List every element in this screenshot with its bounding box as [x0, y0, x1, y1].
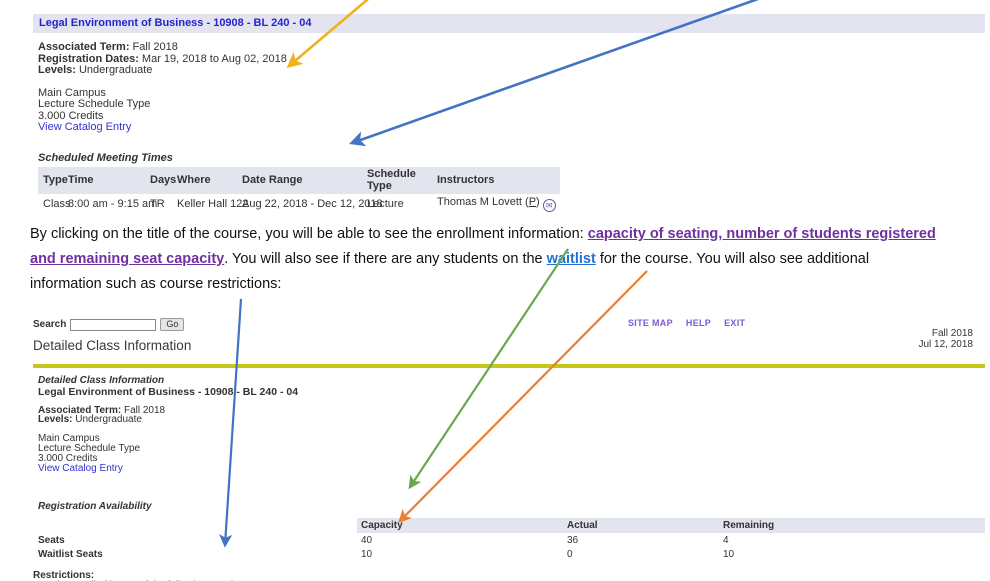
course-term-info: Associated Term: Fall 2018 Registration … [33, 42, 985, 77]
email-icon[interactable]: ✉ [543, 199, 556, 212]
info-row: Registration Dates: Mar 19, 2018 to Aug … [38, 54, 985, 66]
col-time: Time [68, 167, 150, 194]
waitlist-capacity: 10 [357, 547, 563, 561]
course-title-bar: Legal Environment of Business - 10908 - … [33, 14, 985, 33]
term-date: Fall 2018 Jul 12, 2018 [919, 328, 974, 350]
credits-line: 3.000 Credits [38, 454, 985, 464]
divider-line [33, 364, 985, 368]
info-label: Levels: [38, 64, 76, 76]
search-input[interactable] [70, 319, 156, 331]
info-row: Associated Term: Fall 2018 [38, 406, 985, 416]
course-title-link[interactable]: Legal Environment of Business - 10908 - … [39, 17, 311, 29]
term-label: Fall 2018 [919, 328, 974, 339]
info-value: Mar 19, 2018 to Aug 02, 2018 [139, 53, 287, 65]
page-title: Detailed Class Information [33, 338, 191, 353]
credits-line: 3.000 Credits [38, 111, 985, 123]
seats-actual: 36 [563, 533, 719, 547]
cell-time: 8:00 am - 9:15 am [68, 194, 150, 213]
header-spacer [33, 518, 357, 533]
instructor-primary-link[interactable]: P [529, 196, 536, 208]
info-row: Levels: Undergraduate [38, 415, 985, 425]
course-title: Legal Environment of Business - 10908 - … [38, 388, 985, 398]
col-instructors: Instructors [437, 167, 560, 194]
campus-line: Main Campus [38, 434, 985, 444]
schedule-type-line: Lecture Schedule Type [38, 99, 985, 111]
col-remaining: Remaining [719, 518, 985, 533]
detail-info-block: Detailed Class Information Legal Environ… [33, 376, 985, 473]
view-catalog-entry-link[interactable]: View Catalog Entry [38, 463, 123, 474]
view-catalog-entry-link[interactable]: View Catalog Entry [38, 121, 131, 133]
instruction-paragraph: By clicking on the title of the course, … [30, 222, 942, 297]
meeting-times-table: Type Time Days Where Date Range Schedule… [38, 167, 560, 213]
col-type: Type [38, 167, 68, 194]
info-label: Levels: [38, 414, 72, 425]
cell-where: Keller Hall 122 [177, 194, 242, 213]
meeting-times-header-row: Type Time Days Where Date Range Schedule… [38, 167, 560, 194]
section-heading: Detailed Class Information [38, 376, 985, 386]
info-row: Levels: Undergraduate [38, 65, 985, 77]
exit-link[interactable]: EXIT [724, 318, 745, 328]
col-schedule-type: Schedule Type [367, 167, 437, 194]
seats-capacity: 40 [357, 533, 563, 547]
paragraph-text: . You will also see if there are any stu… [224, 251, 546, 267]
course-campus-info: Main Campus Lecture Schedule Type 3.000 … [38, 434, 985, 473]
course-term-info: Associated Term: Fall 2018 Levels: Under… [38, 406, 985, 426]
waitlist-actual: 0 [563, 547, 719, 561]
screenshot-class-listing: Legal Environment of Business - 10908 - … [33, 14, 985, 213]
info-label: Associated Term: [38, 41, 130, 53]
col-date-range: Date Range [242, 167, 367, 194]
site-map-link[interactable]: SITE MAP [628, 318, 673, 328]
campus-line: Main Campus [38, 88, 985, 100]
cell-schedule-type: Lecture [367, 194, 437, 213]
cell-type: Class [38, 194, 68, 213]
info-value: Fall 2018 [130, 41, 178, 53]
row-seats-label: Seats [33, 533, 357, 547]
course-campus-info: Main Campus Lecture Schedule Type 3.000 … [33, 88, 985, 134]
registration-availability-heading: Registration Availability [33, 501, 985, 512]
nav-links: SITE MAP HELP EXIT [628, 318, 745, 328]
help-link[interactable]: HELP [686, 318, 711, 328]
col-days: Days [150, 167, 177, 194]
screenshot-detailed-class-info: Search Go SITE MAP HELP EXIT Fall 2018 J… [33, 316, 985, 581]
cell-instructor: Thomas M Lovett (P)✉ [437, 194, 560, 213]
info-value: Undergraduate [72, 414, 142, 425]
date-label: Jul 12, 2018 [919, 339, 974, 350]
search-label: Search [33, 319, 66, 330]
cell-date-range: Aug 22, 2018 - Dec 12, 2018 [242, 194, 367, 213]
page: Legal Environment of Business - 10908 - … [0, 0, 990, 581]
paragraph-text: By clicking on the title of the course, … [30, 226, 588, 242]
instructor-name: Thomas M Lovett ( [437, 196, 529, 208]
col-actual: Actual [563, 518, 719, 533]
search-bar: Search Go [33, 318, 184, 331]
row-waitlist-label: Waitlist Seats [33, 547, 357, 561]
info-value: Undergraduate [76, 64, 152, 76]
go-button[interactable]: Go [160, 318, 184, 331]
seats-remaining: 4 [719, 533, 985, 547]
col-where: Where [177, 167, 242, 194]
waitlist-remaining: 10 [719, 547, 985, 561]
restrictions-block: Restrictions: Must be enrolled in one of… [33, 571, 985, 581]
cell-days: TR [150, 194, 177, 213]
schedule-type-line: Lecture Schedule Type [38, 444, 985, 454]
meeting-times-heading: Scheduled Meeting Times [38, 152, 985, 164]
waitlist-highlight: waitlist [547, 251, 596, 267]
availability-table: Capacity Actual Remaining Seats 40 36 4 … [33, 518, 985, 561]
col-capacity: Capacity [357, 518, 563, 533]
info-label: Registration Dates: [38, 53, 139, 65]
banner-top-bar: Search Go SITE MAP HELP EXIT Fall 2018 J… [33, 316, 985, 364]
meeting-times-row: Class 8:00 am - 9:15 am TR Keller Hall 1… [38, 194, 560, 213]
instructor-name-close: ) [536, 196, 540, 208]
scheduled-meeting-times: Scheduled Meeting Times Type Time Days W… [33, 152, 985, 213]
